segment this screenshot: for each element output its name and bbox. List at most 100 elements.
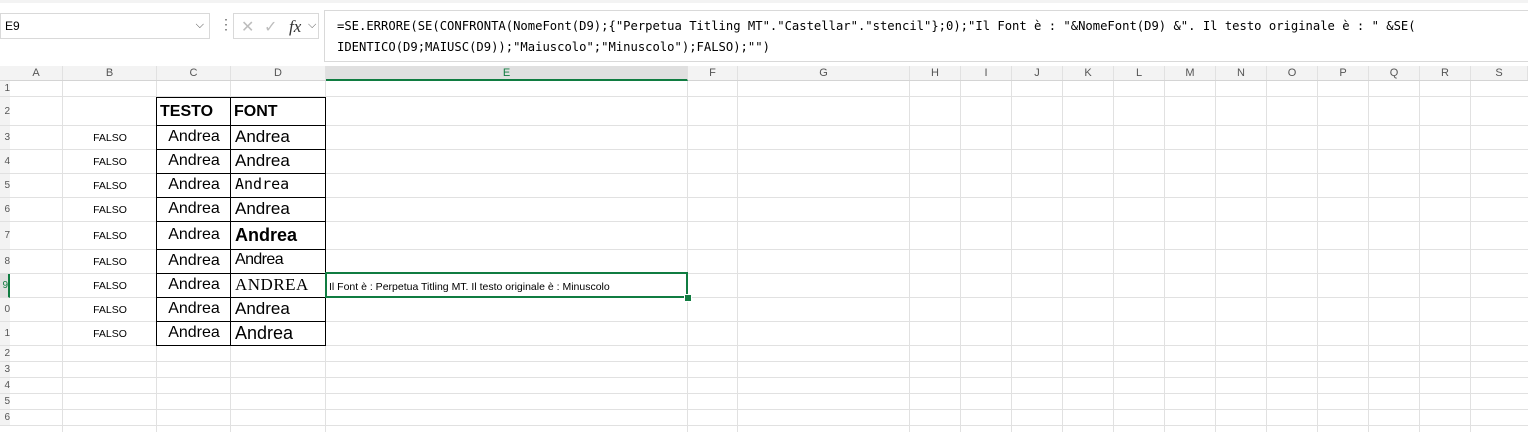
table-row-border [156, 197, 326, 198]
column-gridline [1419, 81, 1420, 432]
cell-d9-font[interactable]: ANDREA [235, 275, 309, 295]
name-box-value[interactable]: E9 [5, 19, 20, 33]
enter-icon[interactable]: ✓ [264, 17, 277, 37]
column-header-c[interactable]: C [157, 66, 231, 80]
table-row-border [156, 125, 326, 126]
formula-buttons: ✕ ✓ fx ⌵ [233, 13, 319, 39]
row-header-3[interactable]: 3 [0, 126, 10, 150]
row-header-15[interactable]: 5 [0, 394, 10, 410]
column-header-r[interactable]: R [1420, 66, 1471, 80]
cell-d6-font[interactable]: Andrea [235, 199, 290, 219]
cell-c11-testo[interactable]: Andrea [157, 324, 231, 342]
insert-function-icon[interactable]: fx [289, 17, 301, 37]
row-header-7[interactable]: 7 [0, 222, 10, 250]
column-gridline [1368, 81, 1369, 432]
cell-c4-testo[interactable]: Andrea [157, 152, 231, 170]
table-row-border [156, 321, 326, 322]
column-header-b[interactable]: B [63, 66, 157, 80]
column-header-s[interactable]: S [1471, 66, 1528, 80]
table-row-border [156, 173, 326, 174]
row-header-4[interactable]: 4 [0, 150, 10, 174]
row-header-5[interactable]: 5 [0, 174, 10, 198]
cell-d8-font[interactable]: Andrea [235, 251, 284, 269]
column-header-i[interactable]: I [961, 66, 1012, 80]
cell-c9-testo[interactable]: Andrea [157, 276, 231, 294]
row-header-8[interactable]: 8 [0, 250, 10, 274]
column-gridline [1470, 81, 1471, 432]
cell-c2-testo-header[interactable]: TESTO [160, 103, 213, 121]
cell-b9-value[interactable]: FALSO [63, 280, 157, 292]
cell-d3-font[interactable]: Andrea [235, 127, 290, 147]
column-header-d[interactable]: D [231, 66, 326, 80]
cell-d5-font[interactable]: Andrea [235, 175, 289, 193]
cell-b11-value[interactable]: FALSO [63, 328, 157, 340]
column-gridline [1113, 81, 1114, 432]
table-row-border [156, 149, 326, 150]
column-header-h[interactable]: H [910, 66, 961, 80]
row-gridline [10, 425, 1528, 426]
row-header-6[interactable]: 6 [0, 198, 10, 222]
row-header-9[interactable]: 9 [0, 274, 10, 298]
cell-d4-font[interactable]: Andrea [235, 151, 290, 171]
row-header-16[interactable]: 6 [0, 410, 10, 426]
column-gridline [909, 81, 910, 432]
cell-c5-testo[interactable]: Andrea [157, 176, 231, 194]
ribbon-edge [0, 0, 1528, 3]
column-header-j[interactable]: J [1012, 66, 1063, 80]
cell-b10-value[interactable]: FALSO [63, 304, 157, 316]
chevron-down-icon[interactable]: ⌵ [196, 19, 204, 32]
cell-b7-value[interactable]: FALSO [63, 230, 157, 242]
fill-handle[interactable] [684, 294, 692, 302]
row-gridline [10, 393, 1528, 394]
cell-c10-testo[interactable]: Andrea [157, 300, 231, 318]
column-header-a[interactable]: A [10, 66, 63, 80]
column-header-f[interactable]: F [688, 66, 738, 80]
cell-b4-value[interactable]: FALSO [63, 156, 157, 168]
row-header-11[interactable]: 1 [0, 322, 10, 346]
table-row-border [156, 249, 326, 250]
cell-d11-font[interactable]: Andrea [235, 323, 293, 344]
column-gridline [960, 81, 961, 432]
cell-b6-value[interactable]: FALSO [63, 204, 157, 216]
cell-d10-font[interactable]: Andrea [235, 299, 290, 319]
column-header-l[interactable]: L [1114, 66, 1165, 80]
cell-b5-value[interactable]: FALSO [63, 180, 157, 192]
row-header-14[interactable]: 4 [0, 378, 10, 394]
column-header-n[interactable]: N [1216, 66, 1267, 80]
name-box[interactable]: E9 ⌵ [0, 13, 210, 39]
cell-b3-value[interactable]: FALSO [63, 132, 157, 144]
column-gridline [687, 81, 688, 432]
column-header-m[interactable]: M [1165, 66, 1216, 80]
cell-c6-testo[interactable]: Andrea [157, 200, 231, 218]
column-header-q[interactable]: Q [1369, 66, 1420, 80]
cell-e9-value[interactable]: Il Font è : Perpetua Titling MT. Il test… [329, 281, 610, 293]
cell-c3-testo[interactable]: Andrea [157, 128, 231, 146]
cell-c7-testo[interactable]: Andrea [157, 226, 231, 244]
column-header-g[interactable]: G [738, 66, 910, 80]
row-header-12[interactable]: 2 [0, 346, 10, 362]
row-header-2[interactable]: 2 [0, 97, 10, 126]
formula-text-line-1[interactable]: =SE.ERRORE(SE(CONFRONTA(NomeFont(D9);{"P… [337, 19, 1416, 33]
cell-c8-testo[interactable]: Andrea [157, 252, 231, 270]
row-header-1[interactable]: 1 [0, 81, 10, 97]
formula-bar-area: E9 ⌵ ⋮ ✕ ✓ fx ⌵ =SE.ERRORE(SE(CONFRONTA(… [0, 0, 1528, 66]
formula-text-line-2[interactable]: IDENTICO(D9;MAIUSC(D9));"Maiuscolo";"Min… [337, 40, 770, 54]
column-gridline [1266, 81, 1267, 432]
column-gridline [1164, 81, 1165, 432]
column-headers: ABCDEFGHIJKLMNOPQRS [0, 66, 1528, 81]
more-options-icon[interactable]: ⋮ [219, 16, 233, 33]
column-header-k[interactable]: K [1063, 66, 1114, 80]
cancel-icon[interactable]: ✕ [241, 17, 254, 37]
cell-d2-font-header[interactable]: FONT [234, 103, 278, 121]
cell-b8-value[interactable]: FALSO [63, 256, 157, 268]
column-header-o[interactable]: O [1267, 66, 1318, 80]
formula-input[interactable]: =SE.ERRORE(SE(CONFRONTA(NomeFont(D9);{"P… [324, 10, 1528, 62]
column-gridline [1062, 81, 1063, 432]
row-gridline [10, 377, 1528, 378]
cell-d7-font[interactable]: Andrea [235, 225, 297, 246]
chevron-down-icon[interactable]: ⌵ [308, 19, 316, 32]
column-header-e[interactable]: E [326, 66, 688, 81]
column-header-p[interactable]: P [1318, 66, 1369, 80]
row-header-13[interactable]: 3 [0, 362, 10, 378]
row-header-10[interactable]: 0 [0, 298, 10, 322]
